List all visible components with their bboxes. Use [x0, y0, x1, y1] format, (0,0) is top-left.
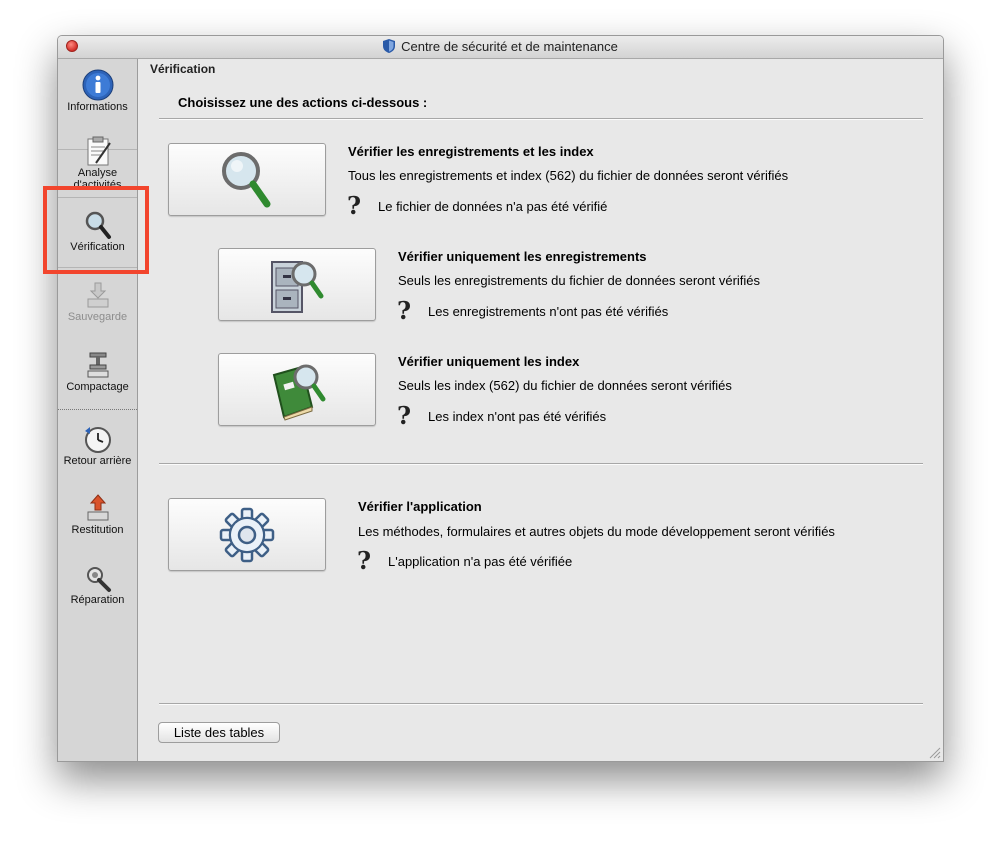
selection-highlight-box	[43, 186, 149, 274]
resize-grip-icon[interactable]	[928, 746, 941, 759]
divider	[159, 463, 923, 465]
action-status: Les index n'ont pas été vérifiés	[428, 409, 607, 424]
sidebar-item-compact[interactable]: Compactage	[58, 349, 137, 393]
sidebar-item-informations[interactable]: Informations	[58, 69, 137, 113]
compact-icon	[87, 352, 108, 378]
backup-icon	[87, 282, 108, 308]
sidebar-item-label: Informations	[67, 101, 128, 113]
divider	[159, 703, 923, 705]
rollback-clock-icon	[84, 427, 111, 453]
title-bar: Centre de sécurité et de maintenance	[58, 36, 943, 59]
verify-application-button[interactable]	[168, 498, 326, 571]
sidebar-item-label: Réparation	[70, 594, 125, 606]
verify-records-only-button[interactable]	[218, 248, 376, 321]
section-title: Vérification	[150, 62, 216, 76]
maintenance-window: Centre de sécurité et de maintenance Inf…	[57, 35, 944, 762]
action-title: Vérifier uniquement les index	[398, 354, 580, 369]
action-description: Seuls les enregistrements du fichier de …	[398, 273, 761, 288]
shield-icon	[383, 39, 396, 53]
window-title: Centre de sécurité et de maintenance	[401, 39, 618, 54]
gear-icon	[219, 507, 275, 562]
verify-records-and-index-button[interactable]	[168, 143, 326, 216]
sidebar-item-rollback[interactable]: Retour arrière	[58, 423, 137, 467]
divider	[159, 118, 923, 120]
book-magnifier-icon	[272, 364, 326, 421]
verify-index-only-button[interactable]	[218, 353, 376, 426]
sidebar-item-label: Sauvegarde	[67, 311, 128, 323]
action-status: Le fichier de données n'a pas été vérifi…	[378, 199, 608, 214]
action-title: Vérifier uniquement les enregistrements	[398, 249, 647, 264]
status-unknown-icon: ?	[347, 191, 362, 220]
sidebar-divider	[58, 409, 137, 410]
sidebar-item-label: Restitution	[71, 524, 124, 536]
status-unknown-icon: ?	[357, 546, 372, 575]
sidebar-item-restore[interactable]: Restitution	[58, 492, 137, 536]
info-icon	[82, 69, 113, 101]
sidebar-item-activity-analysis[interactable]: Analyse d'activités	[58, 135, 137, 191]
file-cabinet-magnifier-icon	[271, 260, 324, 313]
magnifier-icon	[222, 151, 271, 207]
activity-log-icon	[87, 136, 111, 166]
action-description: Les méthodes, formulaires et autres obje…	[358, 524, 835, 539]
sidebar-item-repair[interactable]: Réparation	[58, 562, 137, 606]
restore-icon	[87, 494, 108, 521]
action-title: Vérifier l'application	[358, 499, 482, 514]
action-status: Les enregistrements n'ont pas été vérifi…	[428, 304, 669, 319]
status-unknown-icon: ?	[397, 401, 412, 430]
action-prompt: Choisissez une des actions ci-dessous :	[178, 95, 428, 110]
repair-icon	[86, 567, 111, 592]
action-description: Seuls les index (562) du fichier de donn…	[398, 378, 732, 393]
action-description: Tous les enregistrements et index (562) …	[348, 168, 789, 183]
sidebar-item-label: Retour arrière	[63, 455, 132, 467]
sidebar-item-backup: Sauvegarde	[58, 279, 137, 323]
action-title: Vérifier les enregistrements et les inde…	[348, 144, 594, 159]
sidebar: Informations Analyse d'activités Vérific…	[58, 59, 138, 761]
status-unknown-icon: ?	[397, 296, 412, 325]
sidebar-item-label: Compactage	[66, 381, 129, 393]
main-panel: Vérification Choisissez une des actions …	[138, 59, 943, 761]
action-status: L'application n'a pas été vérifiée	[388, 554, 573, 569]
table-list-button[interactable]: Liste des tables	[158, 722, 280, 743]
